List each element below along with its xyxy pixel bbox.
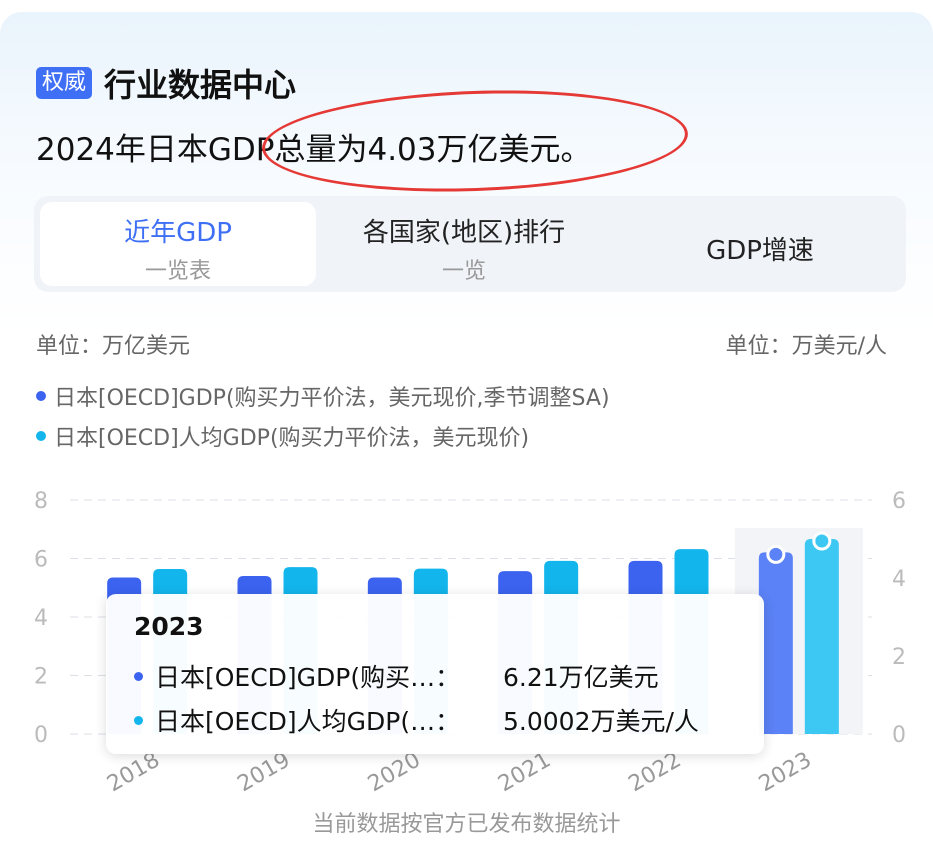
chart-tooltip: 2023 日本[OECD]GDP(购买…： 6.21万亿美元 日本[OECD]人… <box>106 594 764 754</box>
y-left-tick-label: 8 <box>34 489 48 514</box>
legend-item-per-capita[interactable]: 日本[OECD]人均GDP(购买力平价法，美元现价) <box>36 420 529 452</box>
tab-country-ranking[interactable]: 各国家(地区)排行 一览 <box>326 202 602 286</box>
legend-label-per-capita: 日本[OECD]人均GDP(购买力平价法，美元现价) <box>54 426 530 451</box>
tooltip-value-gdp: 6.21万亿美元 <box>503 663 659 692</box>
x-tick-label: 2022 <box>625 748 686 798</box>
legend-dot-per-capita <box>36 431 46 441</box>
point-marker-gdp <box>766 544 786 564</box>
tooltip-label-per-capita: 日本[OECD]人均GDP(…： <box>155 707 461 736</box>
x-tick-label: 2020 <box>364 748 425 798</box>
bar-per-capita-2023 <box>804 538 839 734</box>
tooltip-row-per-capita: 日本[OECD]人均GDP(…： 5.0002万美元/人 <box>134 702 699 738</box>
x-tick-label: 2019 <box>234 748 295 798</box>
tab-bar: 近年GDP 一览表 各国家(地区)排行 一览 GDP增速 <box>34 196 906 292</box>
tab-gdp-growth[interactable]: GDP增速 <box>620 202 900 286</box>
tooltip-value-per-capita: 5.0002万美元/人 <box>503 707 699 736</box>
y-left-tick-label: 0 <box>34 723 48 748</box>
unit-left: 单位：万亿美元 <box>36 334 191 359</box>
y-left-tick-label: 6 <box>34 548 48 573</box>
tab-gdp-growth-label: GDP增速 <box>706 236 814 266</box>
unit-right: 单位：万美元/人 <box>725 334 887 359</box>
point-marker-per-capita <box>812 531 832 551</box>
tab-recent-gdp-label: 近年GDP <box>124 218 232 248</box>
tooltip-label-gdp: 日本[OECD]GDP(购买…： <box>155 663 461 692</box>
x-tick-label: 2023 <box>755 748 816 798</box>
y-right-tick-label: 0 <box>892 723 906 748</box>
y-right-tick-label: 2 <box>892 645 906 670</box>
legend-item-gdp[interactable]: 日本[OECD]GDP(购买力平价法，美元现价,季节调整SA) <box>36 380 610 412</box>
tab-recent-gdp[interactable]: 近年GDP 一览表 <box>40 202 316 286</box>
tooltip-dot-per-capita <box>134 715 143 725</box>
tab-country-ranking-label: 各国家(地区)排行 <box>362 218 566 248</box>
y-right-tick-label: 4 <box>892 567 906 592</box>
tab-recent-gdp-sublabel: 一览表 <box>144 259 211 284</box>
tab-country-ranking-sublabel: 一览 <box>441 259 486 284</box>
authority-badge: 权威 <box>36 67 93 99</box>
tooltip-title: 2023 <box>134 612 204 641</box>
card-title: 行业数据中心 <box>104 66 297 104</box>
tooltip-row-gdp: 日本[OECD]GDP(购买…： 6.21万亿美元 <box>134 658 659 694</box>
tooltip-dot-gdp <box>134 671 143 681</box>
x-tick-label: 2021 <box>494 748 555 798</box>
y-left-tick-label: 4 <box>34 606 48 631</box>
footer-note: 当前数据按官方已发布数据统计 <box>312 812 621 837</box>
x-tick-label: 2018 <box>103 748 164 798</box>
y-right-tick-label: 6 <box>892 489 906 514</box>
y-left-tick-label: 2 <box>34 665 48 690</box>
legend-label-gdp: 日本[OECD]GDP(购买力平价法，美元现价,季节调整SA) <box>54 386 610 411</box>
card-header: 权威 行业数据中心 <box>36 60 296 106</box>
legend-dot-gdp <box>36 391 46 401</box>
